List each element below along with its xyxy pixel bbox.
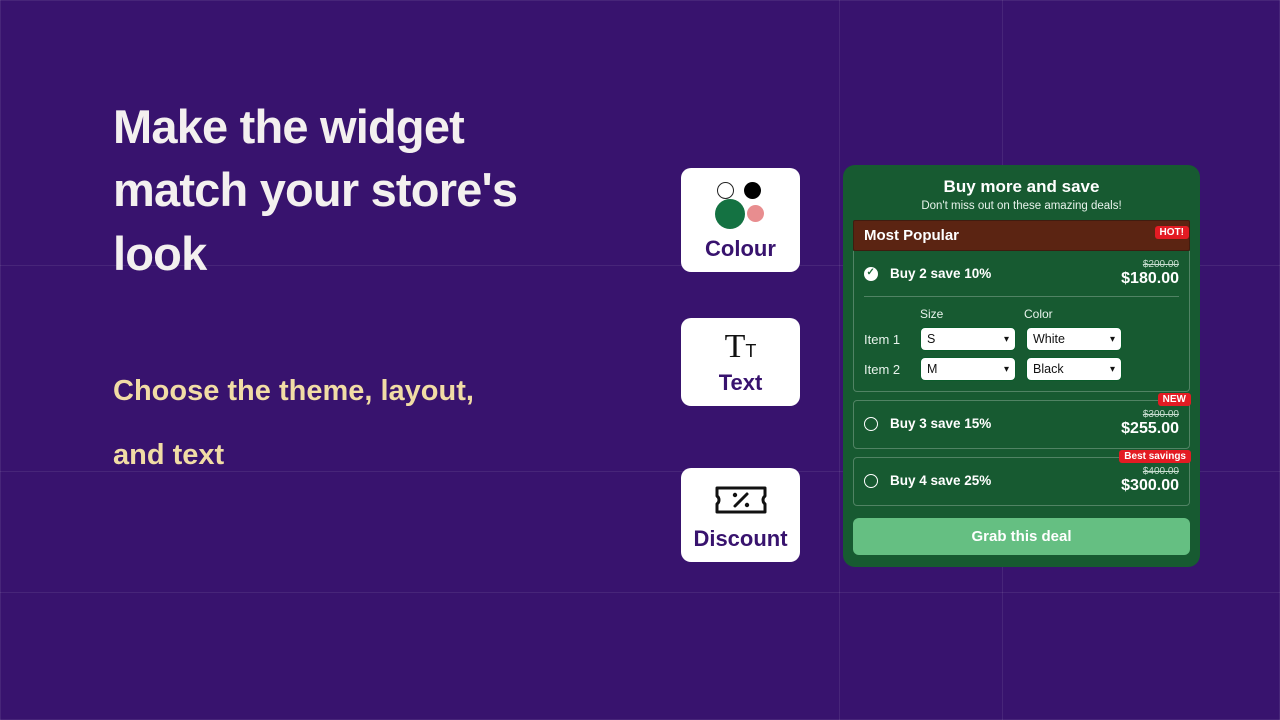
deal-label: Buy 3 save 15% bbox=[890, 416, 1121, 431]
new-price: $300.00 bbox=[1121, 477, 1179, 495]
text-icon: TT bbox=[725, 330, 757, 364]
text-card[interactable]: TT Text bbox=[681, 318, 800, 406]
chevron-down-icon: ▾ bbox=[1110, 334, 1115, 345]
radio-icon[interactable] bbox=[864, 417, 878, 431]
variant-selectors: Size Color Item 1 S▾ White▾ Item 2 M▾ Bl… bbox=[864, 296, 1179, 381]
deal-option[interactable]: NEW Buy 3 save 15% $300.00 $255.00 bbox=[853, 400, 1190, 449]
size-select[interactable]: S▾ bbox=[920, 327, 1016, 351]
color-select[interactable]: Black▾ bbox=[1026, 357, 1122, 381]
deal-option[interactable]: Buy 2 save 10% $200.00 $180.00 Size Colo… bbox=[853, 251, 1190, 392]
deal-label: Buy 4 save 25% bbox=[890, 473, 1121, 488]
new-badge: NEW bbox=[1158, 393, 1191, 406]
color-select[interactable]: White▾ bbox=[1026, 327, 1122, 351]
radio-selected-icon[interactable] bbox=[864, 267, 878, 281]
new-price: $255.00 bbox=[1121, 420, 1179, 438]
item-label: Item 1 bbox=[864, 332, 920, 347]
chevron-down-icon: ▾ bbox=[1110, 364, 1115, 375]
text-card-label: Text bbox=[719, 370, 763, 396]
widget-title: Buy more and save bbox=[853, 177, 1190, 197]
headline-line: look bbox=[113, 227, 206, 280]
hot-badge: HOT! bbox=[1155, 226, 1189, 239]
radio-icon[interactable] bbox=[864, 474, 878, 488]
grab-deal-button[interactable]: Grab this deal bbox=[853, 518, 1190, 555]
page-headline: Make the widget match your store's look bbox=[113, 95, 517, 285]
old-price: $300.00 bbox=[1121, 409, 1179, 420]
new-price: $180.00 bbox=[1121, 270, 1179, 288]
headline-line: match your store's bbox=[113, 163, 517, 216]
subtitle-line: and text bbox=[113, 439, 224, 471]
variant-head-color: Color bbox=[1024, 307, 1128, 321]
subtitle-line: Choose the theme, layout, bbox=[113, 375, 474, 407]
chevron-down-icon: ▾ bbox=[1004, 334, 1009, 345]
deal-option[interactable]: Best savings Buy 4 save 25% $400.00 $300… bbox=[853, 457, 1190, 506]
popular-banner: Most Popular HOT! bbox=[853, 220, 1190, 251]
discount-card[interactable]: Discount bbox=[681, 468, 800, 562]
chevron-down-icon: ▾ bbox=[1004, 364, 1009, 375]
old-price: $200.00 bbox=[1121, 259, 1179, 270]
colour-card-label: Colour bbox=[705, 236, 776, 262]
colour-swatch-icon bbox=[711, 180, 771, 230]
pricing-widget: Buy more and save Don't miss out on thes… bbox=[843, 165, 1200, 567]
discount-icon bbox=[713, 480, 769, 520]
old-price: $400.00 bbox=[1121, 466, 1179, 477]
size-select[interactable]: M▾ bbox=[920, 357, 1016, 381]
colour-card[interactable]: Colour bbox=[681, 168, 800, 272]
item-label: Item 2 bbox=[864, 362, 920, 377]
best-savings-badge: Best savings bbox=[1119, 450, 1191, 463]
discount-card-label: Discount bbox=[693, 526, 787, 552]
variant-head-size: Size bbox=[920, 307, 1024, 321]
headline-line: Make the widget bbox=[113, 100, 464, 153]
page-subtitle: Choose the theme, layout, and text bbox=[113, 360, 474, 488]
deal-label: Buy 2 save 10% bbox=[890, 266, 1121, 281]
widget-subtitle: Don't miss out on these amazing deals! bbox=[853, 200, 1190, 212]
